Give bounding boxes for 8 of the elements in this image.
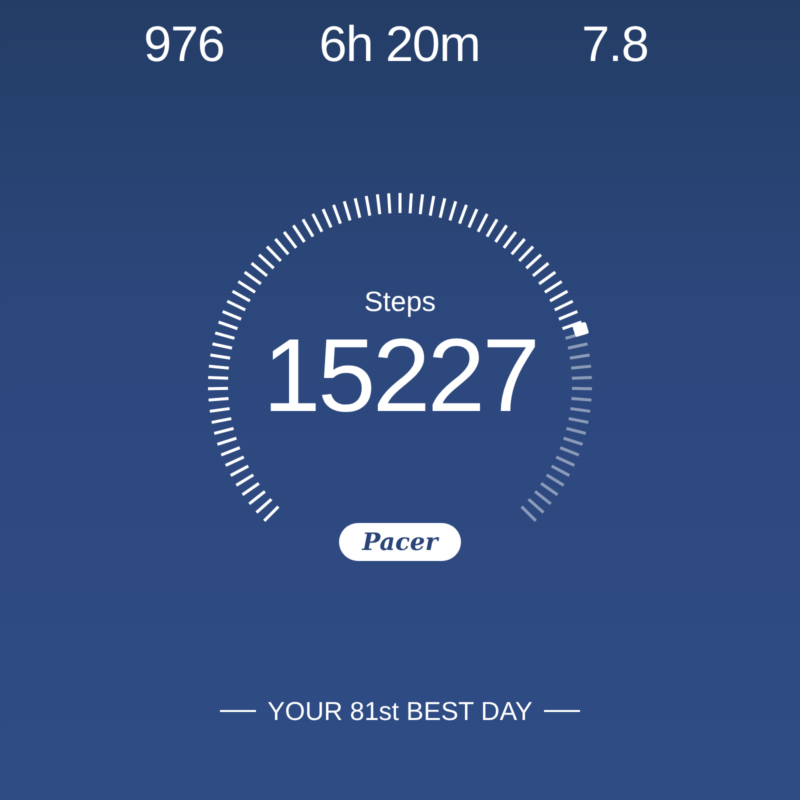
stat-value: 7.8 <box>580 15 650 74</box>
stat-value: 976 <box>142 15 226 74</box>
steps-label: Steps <box>364 285 436 319</box>
progress-marker <box>572 322 590 338</box>
stat-value: 6h 20m <box>318 15 481 74</box>
steps-count: 15227 <box>262 321 538 431</box>
logo: Pacer <box>339 523 461 561</box>
best-day-text: YOUR 81st BEST DAY <box>268 695 532 727</box>
